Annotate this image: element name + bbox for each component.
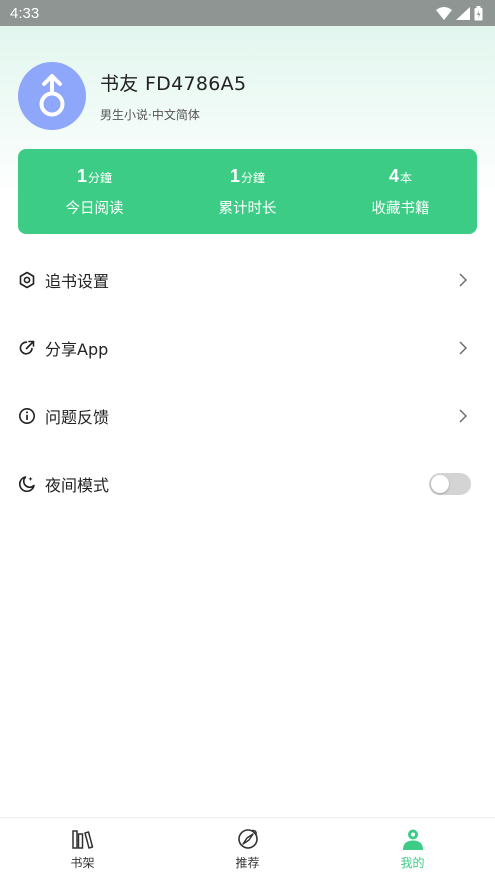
toggle-knob [431,475,449,493]
stat-total-time[interactable]: 1 分鐘 累计时长 [171,149,324,234]
menu-label: 分享App [45,340,109,359]
nav-label: 我的 [400,856,425,870]
stat-label: 收藏书籍 [371,200,430,217]
tab-bookshelf[interactable]: 书架 [0,818,165,880]
stat-value: 4 [388,165,399,186]
wifi-icon [436,6,452,20]
reading-preference: 男生小说·中文简体 [100,108,200,122]
nav-label: 书架 [70,856,95,870]
chevron-right-icon [459,341,467,355]
username: 书友 FD4786A5 [100,73,247,95]
moon-icon [18,475,36,493]
stats-card: 1 分鐘 今日阅读 1 分鐘 累计时长 4 本 收藏书籍 [18,149,477,234]
stat-unit: 分鐘 [241,170,266,185]
signal-icon [456,6,470,20]
share-icon [18,339,36,357]
stat-unit: 本 [400,170,413,185]
bookshelf-icon [71,827,95,851]
tab-mine[interactable]: 我的 [330,818,495,880]
stat-label: 累计时长 [218,200,277,217]
gear-icon [18,271,36,289]
stat-today-reading[interactable]: 1 分鐘 今日阅读 [18,149,171,234]
bottom-nav: 书架 推荐 我的 [0,817,495,880]
status-bar: 4:33 [0,0,495,26]
menu-label: 问题反馈 [45,408,110,427]
avatar[interactable] [18,62,86,130]
tab-recommend[interactable]: 推荐 [165,818,330,880]
compass-icon [236,827,260,851]
menu-item-follow-settings[interactable]: 追书设置 [0,246,495,314]
menu-label: 追书设置 [45,272,110,291]
menu-item-share-app[interactable]: 分享App [0,314,495,382]
stat-value: 1 [76,165,87,186]
profile-header[interactable]: 书友 FD4786A5 男生小说·中文简体 [18,62,246,130]
menu-item-feedback[interactable]: 问题反馈 [0,382,495,450]
male-symbol-icon [39,74,65,117]
status-time: 4:33 [10,4,40,22]
night-mode-toggle[interactable] [429,473,471,495]
user-icon [401,827,425,851]
stat-value: 1 [229,165,240,186]
nav-label: 推荐 [235,856,260,870]
info-icon [18,407,36,425]
chevron-right-icon [459,273,467,287]
stat-label: 今日阅读 [65,200,124,217]
chevron-right-icon [459,409,467,423]
settings-menu: 追书设置 分享App 问题反馈 夜间模式 [0,246,495,518]
menu-item-night-mode[interactable]: 夜间模式 [0,450,495,518]
stat-unit: 分鐘 [88,170,113,185]
stat-saved-books[interactable]: 4 本 收藏书籍 [324,149,477,234]
battery-icon [474,5,483,20]
status-icons [436,5,483,21]
menu-label: 夜间模式 [45,476,110,495]
